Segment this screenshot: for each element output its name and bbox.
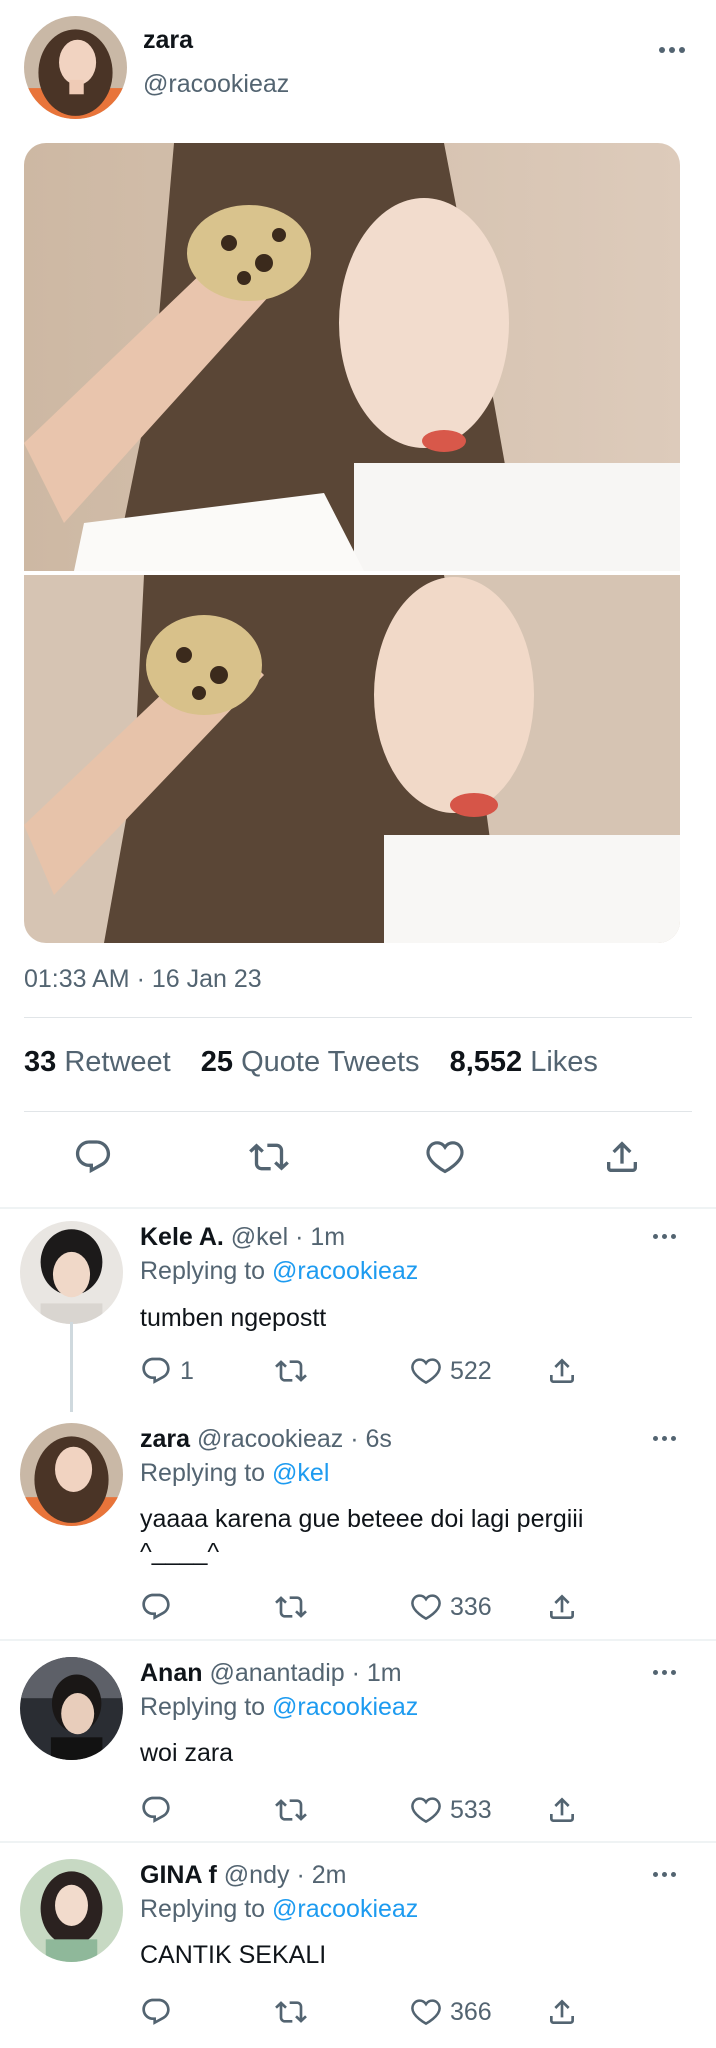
like-icon: [410, 1591, 442, 1623]
reply-tweet[interactable]: zara @racookieaz · 6s Replying to @kel y…: [0, 1407, 716, 1639]
retweet-button[interactable]: [275, 1355, 307, 1387]
avatar[interactable]: [20, 1859, 123, 1962]
reply-author-handle[interactable]: @anantadip: [209, 1659, 344, 1687]
tweet-timestamp[interactable]: 01:33 AM · 16 Jan 23: [24, 965, 262, 994]
retweet-icon: [275, 1996, 307, 2028]
like-icon: [410, 1996, 442, 2028]
more-options-icon[interactable]: [653, 1872, 676, 1877]
share-button[interactable]: [546, 1996, 578, 2028]
reply-text: CANTIK SEKALI: [140, 1941, 327, 1969]
retweet-icon[interactable]: [249, 1137, 289, 1177]
reply-author-name[interactable]: Kele A.: [140, 1223, 224, 1251]
reply-time[interactable]: · 1m: [352, 1659, 402, 1687]
replying-to: Replying to @kel: [140, 1459, 330, 1487]
share-icon: [546, 1996, 578, 2028]
reply-time[interactable]: · 2m: [296, 1861, 346, 1889]
reply-author-handle[interactable]: @racookieaz: [197, 1425, 343, 1453]
reply-author-name[interactable]: Anan: [140, 1659, 203, 1687]
like-button[interactable]: 533: [410, 1794, 492, 1826]
thread-connector: [70, 1322, 73, 1412]
share-icon: [546, 1591, 578, 1623]
avatar[interactable]: [20, 1657, 123, 1760]
like-button[interactable]: 366: [410, 1996, 492, 2028]
main-tweet: zara @racookieaz 01:33 AM · 16 Jan 23 33…: [0, 0, 716, 1207]
reply-header: GINA f @ndy · 2m: [140, 1861, 346, 1890]
reply-header: Anan @anantadip · 1m: [140, 1659, 402, 1688]
reply-text: yaaaa karena gue beteee doi lagi pergiii…: [140, 1505, 584, 1566]
reply-header: Kele A. @kel · 1m: [140, 1223, 345, 1252]
like-button[interactable]: 522: [410, 1355, 492, 1387]
reply-actions: 336: [0, 1591, 716, 1631]
reply-actions: 1 522: [0, 1355, 716, 1395]
reply-actions: 533: [0, 1794, 716, 1834]
reply-icon: [140, 1355, 172, 1387]
mention-link[interactable]: @racookieaz: [272, 1257, 418, 1285]
reply-button[interactable]: [140, 1794, 180, 1826]
mention-link[interactable]: @racookieaz: [272, 1693, 418, 1721]
reply-icon: [140, 1591, 172, 1623]
share-icon: [546, 1794, 578, 1826]
tweet-photo[interactable]: [24, 575, 680, 943]
reply-icon: [140, 1794, 172, 1826]
more-options-icon[interactable]: [659, 47, 685, 53]
reply-text: woi zara: [140, 1739, 234, 1767]
replying-to: Replying to @racookieaz: [140, 1257, 419, 1285]
more-options-icon[interactable]: [653, 1436, 676, 1441]
divider: [24, 1111, 692, 1112]
avatar[interactable]: [20, 1423, 123, 1526]
quotes-stat[interactable]: 25 Quote Tweets: [201, 1046, 420, 1078]
retweets-stat[interactable]: 33 Retweet: [24, 1046, 171, 1078]
retweet-icon: [275, 1355, 307, 1387]
reply-time[interactable]: · 1m: [295, 1223, 345, 1251]
tweet-stats: 33 Retweet 25 Quote Tweets 8,552 Likes: [24, 1046, 598, 1079]
retweet-button[interactable]: [275, 1996, 307, 2028]
replying-to: Replying to @racookieaz: [140, 1895, 419, 1923]
tweet-media: [24, 143, 680, 943]
more-options-icon[interactable]: [653, 1670, 676, 1675]
retweet-button[interactable]: [275, 1591, 307, 1623]
mention-link[interactable]: @racookieaz: [272, 1895, 418, 1923]
reply-button[interactable]: 1: [140, 1355, 194, 1387]
reply-tweet[interactable]: GINA f @ndy · 2m Replying to @racookieaz…: [0, 1843, 716, 2048]
replying-to: Replying to @racookieaz: [140, 1693, 419, 1721]
reply-icon: [140, 1996, 172, 2028]
more-options-icon[interactable]: [653, 1234, 676, 1239]
tweet-photo[interactable]: [24, 143, 680, 571]
likes-stat[interactable]: 8,552 Likes: [450, 1046, 598, 1078]
mention-link[interactable]: @kel: [272, 1459, 329, 1487]
reply-button[interactable]: [140, 1996, 180, 2028]
retweet-button[interactable]: [275, 1794, 307, 1826]
retweet-icon: [275, 1591, 307, 1623]
tweet-actions: [0, 1130, 716, 1190]
reply-author-name[interactable]: GINA f: [140, 1861, 217, 1889]
divider: [24, 1017, 692, 1018]
reply-button[interactable]: [140, 1591, 180, 1623]
share-button[interactable]: [546, 1591, 578, 1623]
reply-author-handle[interactable]: @ndy: [224, 1861, 290, 1889]
reply-author-handle[interactable]: @kel: [231, 1223, 288, 1251]
share-button[interactable]: [546, 1355, 578, 1387]
retweet-icon: [275, 1794, 307, 1826]
reply-author-name[interactable]: zara: [140, 1425, 190, 1453]
reply-tweet[interactable]: Anan @anantadip · 1m Replying to @racook…: [0, 1641, 716, 1841]
reply-header: zara @racookieaz · 6s: [140, 1425, 392, 1454]
share-button[interactable]: [546, 1794, 578, 1826]
like-button[interactable]: 336: [410, 1591, 492, 1623]
avatar[interactable]: [20, 1221, 123, 1324]
reply-icon[interactable]: [73, 1137, 113, 1177]
reply-text: tumben ngepostt: [140, 1304, 327, 1332]
reply-time[interactable]: · 6s: [350, 1425, 392, 1453]
like-icon: [410, 1355, 442, 1387]
like-icon: [410, 1794, 442, 1826]
reply-tweet[interactable]: Kele A. @kel · 1m Replying to @racookiea…: [0, 1207, 716, 1407]
share-icon[interactable]: [602, 1137, 642, 1177]
avatar[interactable]: [24, 16, 127, 119]
reply-actions: 366: [0, 1996, 716, 2036]
author-name[interactable]: zara: [143, 26, 193, 55]
author-handle[interactable]: @racookieaz: [143, 70, 289, 99]
share-icon: [546, 1355, 578, 1387]
like-icon[interactable]: [425, 1137, 465, 1177]
